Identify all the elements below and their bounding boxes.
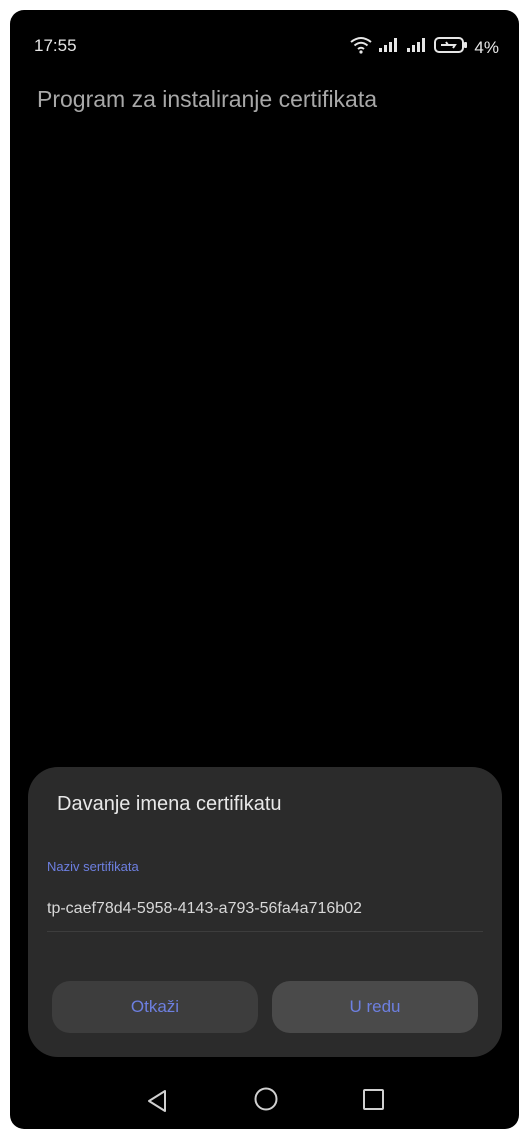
- home-icon[interactable]: [253, 1086, 279, 1117]
- input-underline: [47, 931, 483, 932]
- recents-icon[interactable]: [362, 1088, 386, 1117]
- ok-button[interactable]: U redu: [272, 981, 478, 1033]
- navigation-bar: [10, 1073, 519, 1129]
- certificate-name-input[interactable]: tp-caef78d4-5958-4143-a793-56fa4a716b02: [47, 900, 483, 918]
- cancel-button[interactable]: Otkaži: [52, 981, 258, 1033]
- dialog-title: Davanje imena certifikatu: [57, 793, 282, 815]
- back-icon[interactable]: [146, 1089, 168, 1118]
- certificate-name-label: Naziv sertifikata: [47, 859, 139, 874]
- phone-screen: 17:55 4% Program za instaliranje certifi…: [10, 10, 519, 1129]
- name-certificate-dialog: Davanje imena certifikatu Naziv sertifik…: [28, 767, 502, 1057]
